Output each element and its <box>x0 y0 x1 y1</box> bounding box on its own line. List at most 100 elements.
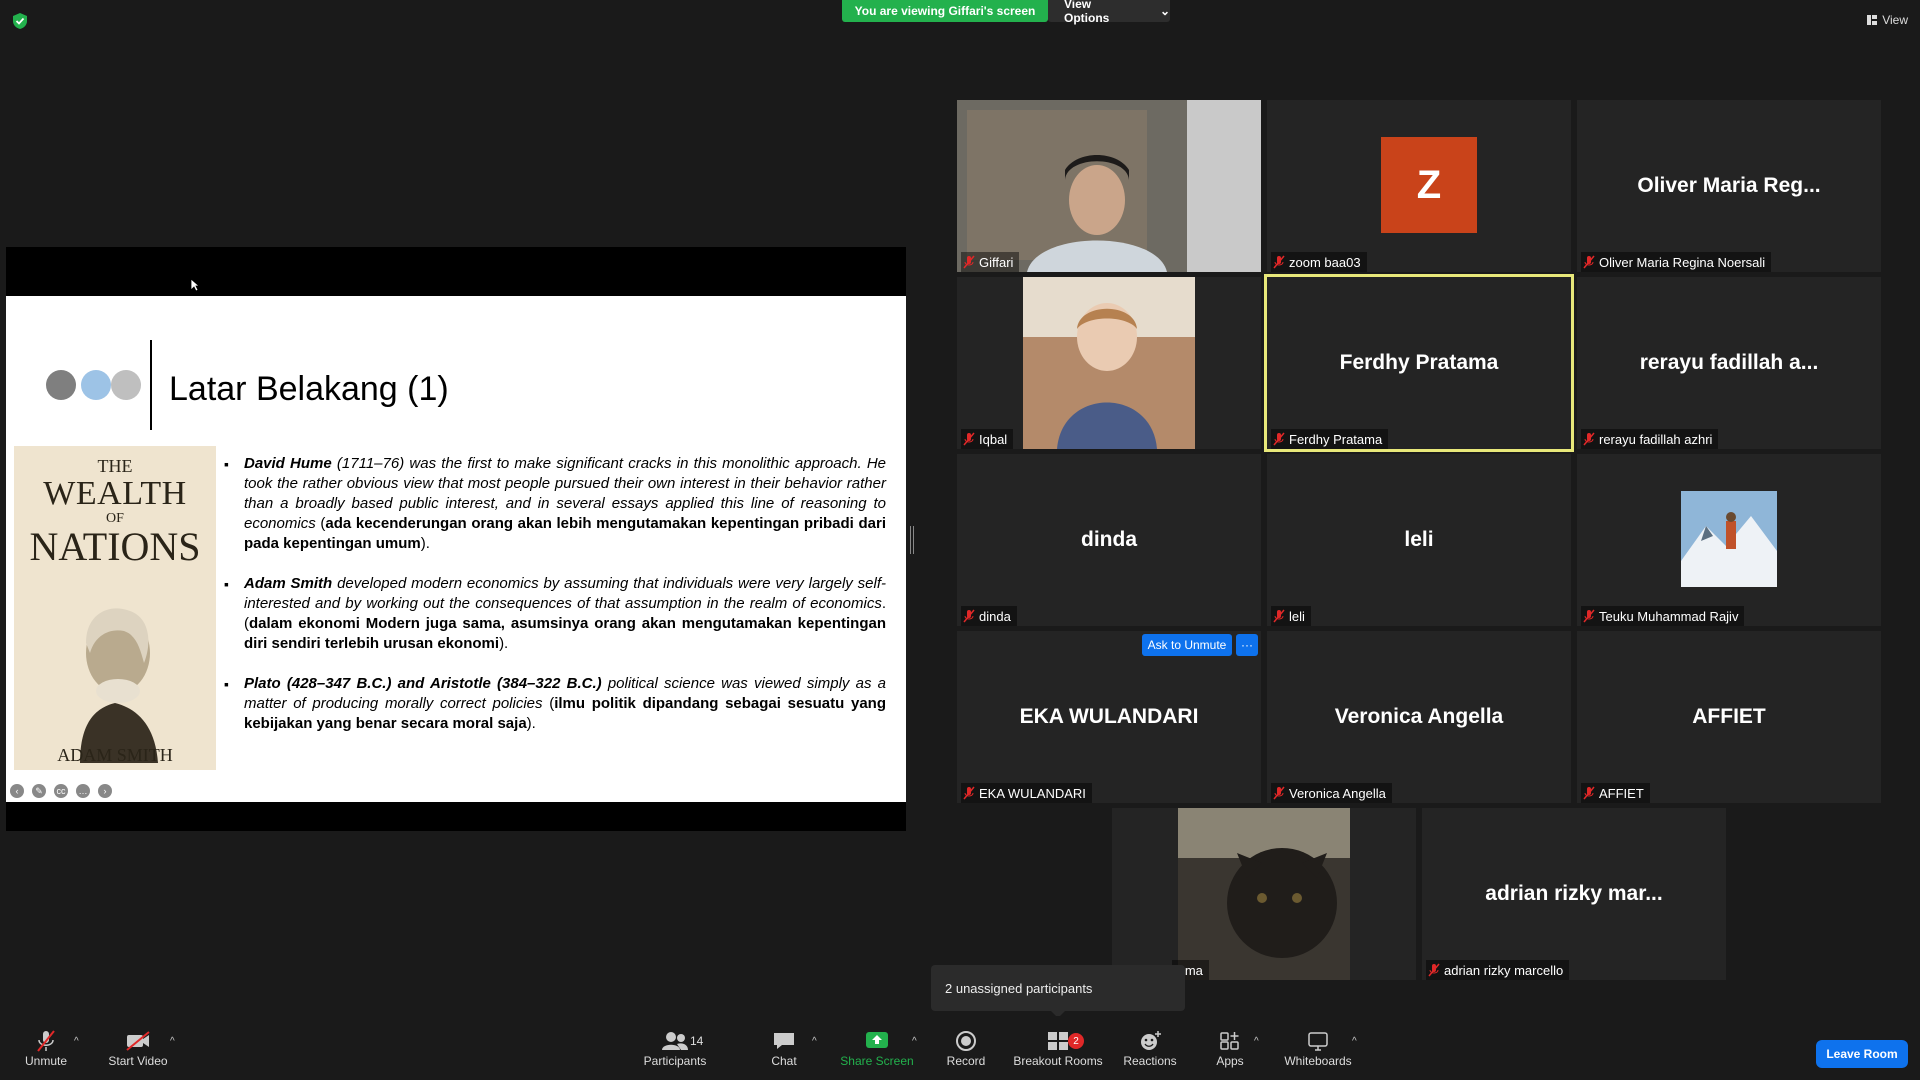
microphone-muted-icon <box>963 786 975 800</box>
avatar: Z <box>1381 137 1477 233</box>
participant-tile-adrian[interactable]: adrian rizky mar... adrian rizky marcell… <box>1422 808 1726 980</box>
participant-count: 14 <box>690 1034 704 1048</box>
resize-handle[interactable] <box>910 526 914 554</box>
participant-name: Teuku Muhammad Rajiv <box>1599 608 1739 624</box>
slide-dot-2 <box>81 370 111 400</box>
participant-display-name: AFFIET <box>1692 705 1766 728</box>
bullet-hume: David Hume (1711–76) was the first to ma… <box>222 454 886 554</box>
chat-button[interactable]: Chat <box>763 1028 805 1080</box>
participant-name: leli <box>1289 608 1305 624</box>
participant-name-label: Ferdhy Pratama <box>1271 429 1389 449</box>
bullet-lead: Plato (428–347 B.C.) and Aristotle (384–… <box>244 675 602 692</box>
more-options-icon[interactable]: … <box>76 784 90 798</box>
participant-name: EKA WULANDARI <box>979 785 1086 801</box>
apps-button[interactable]: Apps <box>1212 1028 1248 1080</box>
microphone-muted-icon <box>963 255 975 269</box>
view-options-button[interactable]: View Options ⌄ <box>1048 0 1170 25</box>
participant-display-name: EKA WULANDARI <box>1019 705 1199 728</box>
whiteboards-button[interactable]: Whiteboards <box>1282 1028 1354 1080</box>
share-screen-icon <box>866 1032 888 1048</box>
previous-slide-icon[interactable]: ‹ <box>10 784 24 798</box>
participant-video-iqbal <box>957 277 1261 449</box>
participant-tile-rerayu[interactable]: rerayu fadillah a... rerayu fadillah azh… <box>1577 277 1881 449</box>
breakout-rooms-button[interactable]: Breakout Rooms <box>1012 1028 1104 1080</box>
apps-options-caret[interactable]: ^ <box>1254 1036 1259 1047</box>
microphone-muted-icon <box>1273 255 1285 269</box>
ask-to-unmute-button[interactable]: Ask to Unmute <box>1142 634 1232 656</box>
participant-tile-zoom-baa03[interactable]: Z zoom baa03 <box>1267 100 1571 272</box>
start-video-label: Start Video <box>108 1054 168 1068</box>
reactions-button[interactable]: Reactions <box>1122 1028 1178 1080</box>
participant-display-name: adrian rizky mar... <box>1485 882 1663 905</box>
participant-name: Oliver Maria Regina Noersali <box>1599 254 1766 270</box>
participants-icon <box>662 1032 688 1050</box>
participant-name: Veronica Angella <box>1289 785 1386 801</box>
apps-label: Apps <box>1216 1054 1244 1068</box>
view-button[interactable]: View <box>1867 10 1908 30</box>
participant-name: rerayu fadillah azhri <box>1599 431 1713 447</box>
unmute-button[interactable]: Unmute <box>18 1028 74 1080</box>
participant-tile-leli[interactable]: leli leli <box>1267 454 1571 626</box>
participant-display-name: Veronica Angella <box>1334 705 1504 728</box>
chat-label: Chat <box>771 1054 797 1068</box>
participant-name: Ferdhy Pratama <box>1289 431 1383 447</box>
captions-icon[interactable]: cc <box>54 784 68 798</box>
participant-tile-iqbal[interactable]: Iqbal <box>957 277 1261 449</box>
participant-name-label: rerayu fadillah azhri <box>1581 429 1719 449</box>
audio-options-caret[interactable]: ^ <box>74 1036 79 1047</box>
view-options-label: View Options <box>1064 0 1110 25</box>
participant-tile-mma[interactable]: mma <box>1112 808 1416 980</box>
pen-icon[interactable]: ✎ <box>32 784 46 798</box>
participant-tile-ferdhy-active-speaker[interactable]: Ferdhy Pratama Ferdhy Pratama <box>1264 274 1574 452</box>
microphone-muted-icon <box>1583 432 1595 446</box>
whiteboards-options-caret[interactable]: ^ <box>1352 1036 1357 1047</box>
microphone-muted-icon <box>1273 609 1285 623</box>
security-shield-icon[interactable] <box>12 12 28 30</box>
participant-name: Giffari <box>979 254 1014 270</box>
share-options-caret[interactable]: ^ <box>912 1036 917 1047</box>
start-video-button[interactable]: Start Video <box>106 1028 170 1080</box>
viewing-screen-banner: You are viewing Giffari's screen <box>842 0 1048 22</box>
participant-tile-dinda[interactable]: dinda dinda <box>957 454 1261 626</box>
unassigned-participants-tooltip[interactable]: 2 unassigned participants <box>931 965 1185 1018</box>
tile-more-options-button[interactable]: ··· <box>1236 634 1258 656</box>
mouse-pointer-icon <box>190 278 200 292</box>
book-cover-nations: NATIONS <box>29 524 201 569</box>
video-options-caret[interactable]: ^ <box>170 1036 175 1047</box>
participant-tile-giffari[interactable]: Giffari <box>957 100 1261 272</box>
record-label: Record <box>946 1054 986 1068</box>
bullet-text: ). <box>420 535 430 552</box>
slide-title: Latar Belakang (1) <box>169 370 449 408</box>
participant-name: adrian rizky marcello <box>1444 962 1564 978</box>
microphone-muted-icon <box>1583 609 1595 623</box>
participant-name-label: EKA WULANDARI <box>961 783 1092 803</box>
bullet-text: ). <box>499 635 509 652</box>
bullet-plato-aristotle: Plato (428–347 B.C.) and Aristotle (384–… <box>222 674 886 734</box>
bullet-lead: David Hume <box>244 455 332 472</box>
participant-name: Iqbal <box>979 431 1008 447</box>
participant-name-label: adrian rizky marcello <box>1426 960 1570 980</box>
participant-name-label: leli <box>1271 606 1311 626</box>
participant-video-giffari <box>957 100 1261 272</box>
microphone-muted-icon <box>1273 786 1285 800</box>
bullet-translation: ada kecenderungan orang akan lebih mengu… <box>244 515 886 552</box>
slide-divider <box>150 340 152 430</box>
record-button[interactable]: Record <box>944 1028 988 1080</box>
participant-tile-veronica[interactable]: Veronica Angella Veronica Angella <box>1267 631 1571 803</box>
participant-tile-teuku[interactable]: Teuku Muhammad Rajiv <box>1577 454 1881 626</box>
view-layout-icon <box>1867 15 1878 25</box>
book-cover-the: THE <box>97 456 133 476</box>
microphone-muted-icon <box>963 432 975 446</box>
participant-name: AFFIET <box>1599 785 1644 801</box>
participant-tile-affiet[interactable]: AFFIET AFFIET <box>1577 631 1881 803</box>
participant-tile-oliver[interactable]: Oliver Maria Reg... Oliver Maria Regina … <box>1577 100 1881 272</box>
next-slide-icon[interactable]: › <box>98 784 112 798</box>
chevron-down-icon: ⌄ <box>1159 4 1170 18</box>
bullet-text: developed modern economics by assuming t… <box>244 575 886 612</box>
chat-options-caret[interactable]: ^ <box>812 1036 817 1047</box>
reactions-label: Reactions <box>1123 1054 1177 1068</box>
leave-room-button[interactable]: Leave Room <box>1816 1040 1908 1068</box>
participant-name-label: Iqbal <box>961 429 1014 449</box>
participant-tile-eka[interactable]: EKA WULANDARI EKA WULANDARI <box>957 631 1261 803</box>
share-screen-button[interactable]: Share Screen <box>840 1028 914 1080</box>
